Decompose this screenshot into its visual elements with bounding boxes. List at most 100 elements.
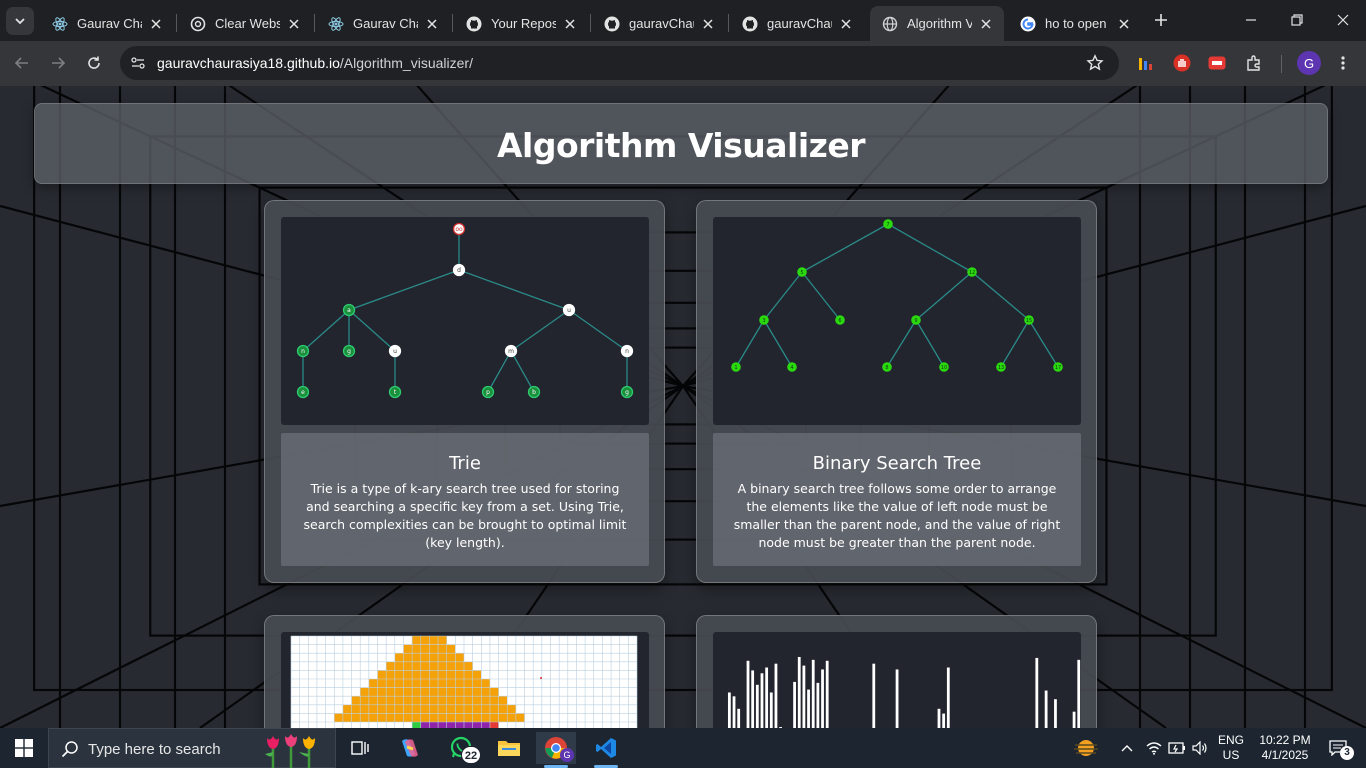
visited-cell	[498, 696, 508, 705]
sorting-card[interactable]	[696, 615, 1097, 728]
volume-control[interactable]	[1188, 732, 1212, 764]
copilot-button[interactable]	[390, 732, 430, 764]
extension-media-icon[interactable]	[1207, 53, 1227, 73]
wifi-status[interactable]	[1142, 732, 1166, 764]
browser-tab[interactable]: gauravChaur	[730, 6, 864, 41]
tab-search-button[interactable]	[6, 7, 34, 35]
keyboard-region: US	[1222, 748, 1240, 762]
wifi-icon	[1146, 742, 1162, 755]
trie-card[interactable]: oo d a u n g u m n e t p b g Trie Trie is a type of k…	[264, 200, 665, 583]
visited-cell	[489, 713, 499, 722]
visited-cell	[403, 687, 413, 697]
trie-node-label: g	[347, 348, 351, 355]
clock[interactable]: 10:22 PM 4/1/2025	[1252, 733, 1318, 763]
browser-tab[interactable]: ho to open g	[1008, 6, 1142, 41]
sort-bar	[872, 663, 876, 728]
close-tab-icon[interactable]	[1116, 16, 1132, 32]
browser-tab[interactable]: Clear Websit	[178, 6, 312, 41]
close-tab-icon[interactable]	[838, 16, 854, 32]
github-icon	[466, 16, 482, 32]
sorting-visualization[interactable]	[713, 632, 1081, 728]
visited-cell	[472, 687, 482, 697]
visited-cell	[386, 670, 395, 679]
weather-haze-icon	[1074, 740, 1098, 756]
visited-cell	[403, 704, 413, 714]
extensions-puzzle-icon[interactable]	[1244, 53, 1264, 73]
close-tab-icon[interactable]	[700, 16, 716, 32]
close-window-button[interactable]	[1320, 0, 1366, 40]
close-tab-icon[interactable]	[424, 16, 440, 32]
file-explorer-button[interactable]	[489, 732, 529, 764]
close-tab-icon[interactable]	[148, 16, 164, 32]
bst-node-label: 13	[998, 365, 1004, 371]
whatsapp-badge: 22	[461, 746, 481, 764]
bst-tree-diagram: 7 5 12 3 6 9 15 1 4 8 10 13 17	[731, 219, 1063, 372]
address-bar[interactable]: gauravchaurasiya18.github.io/Algorithm_v…	[120, 46, 1119, 80]
visited-cell	[360, 713, 369, 722]
chrome-taskbar-button[interactable]: G	[536, 732, 576, 768]
visited-cell	[412, 661, 421, 671]
visited-cell	[455, 696, 464, 705]
notifications-button[interactable]: 3	[1318, 732, 1358, 764]
close-tab-icon[interactable]	[978, 16, 994, 32]
weather-widget[interactable]	[1066, 732, 1106, 764]
close-tab-icon[interactable]	[562, 16, 578, 32]
visited-cell	[429, 679, 439, 688]
task-view-button[interactable]	[340, 732, 380, 764]
visited-cell	[481, 704, 490, 714]
arrow-right-icon	[52, 57, 66, 69]
back-button[interactable]	[8, 49, 36, 77]
arrow-left-icon	[14, 57, 28, 69]
close-tab-icon[interactable]	[286, 16, 302, 32]
battery-status[interactable]	[1165, 732, 1189, 764]
url-host: gauravchaurasiya18.github.io	[157, 55, 340, 71]
trie-visualization[interactable]: oo d a u n g u m n e t p b g	[281, 217, 649, 425]
visited-cell	[464, 661, 473, 671]
visited-cell	[403, 653, 413, 662]
sort-bar	[1072, 711, 1076, 728]
pathfinding-visualization[interactable]	[281, 632, 649, 728]
card-title: Trie	[449, 453, 481, 474]
browser-toolbar: gauravchaurasiya18.github.io/Algorithm_v…	[0, 41, 1366, 86]
tab-title: Algorithm Vi	[907, 16, 972, 31]
visited-cell	[446, 679, 456, 688]
site-info-icon[interactable]	[130, 55, 146, 71]
tree-edge	[302, 309, 350, 352]
menu-button[interactable]	[1333, 53, 1353, 73]
visited-cell	[455, 670, 464, 679]
bookmark-star-icon[interactable]	[1086, 54, 1104, 72]
bst-card[interactable]: 7 5 12 3 6 9 15 1 4 8 10 13 17 Binary Search Tree A …	[696, 200, 1097, 583]
whatsapp-button[interactable]: 22	[441, 732, 481, 764]
show-hidden-icons-button[interactable]	[1112, 732, 1142, 764]
visited-cell	[429, 661, 439, 671]
language-indicator[interactable]: ENG US	[1212, 733, 1250, 763]
sort-bar	[942, 713, 946, 728]
browser-tab-active[interactable]: Algorithm Vi	[870, 6, 1004, 41]
bst-node-label: 9	[914, 318, 917, 324]
url-path: /Algorithm_visualizer/	[339, 55, 473, 71]
visited-cell	[377, 704, 387, 714]
tree-edge	[487, 350, 512, 393]
tree-edge	[915, 271, 973, 321]
start-button[interactable]	[4, 732, 44, 764]
extension-chart-icon[interactable]	[1137, 53, 1157, 73]
visited-cell	[386, 679, 395, 688]
bst-visualization[interactable]: 7 5 12 3 6 9 15 1 4 8 10 13 17	[713, 217, 1081, 425]
browser-tab[interactable]: gauravChaur	[592, 6, 726, 41]
restore-button[interactable]	[1274, 0, 1320, 40]
sort-bar	[1077, 659, 1081, 728]
reload-button[interactable]	[80, 49, 108, 77]
browser-tab[interactable]: Gaurav Chau	[316, 6, 450, 41]
new-tab-button[interactable]	[1150, 9, 1172, 31]
visited-cell	[420, 644, 430, 654]
browser-tab[interactable]: Gaurav Chau	[40, 6, 174, 41]
extension-hand-icon[interactable]	[1172, 53, 1192, 73]
visited-cell	[351, 713, 361, 722]
profile-avatar[interactable]: G	[1297, 51, 1321, 75]
pathfinding-card[interactable]	[264, 615, 665, 728]
vscode-taskbar-button[interactable]	[586, 732, 626, 768]
browser-tab[interactable]: Your Reposit	[454, 6, 588, 41]
taskbar-search-box[interactable]: Type here to search	[48, 728, 336, 768]
forward-button[interactable]	[44, 49, 72, 77]
minimize-button[interactable]	[1228, 0, 1274, 40]
